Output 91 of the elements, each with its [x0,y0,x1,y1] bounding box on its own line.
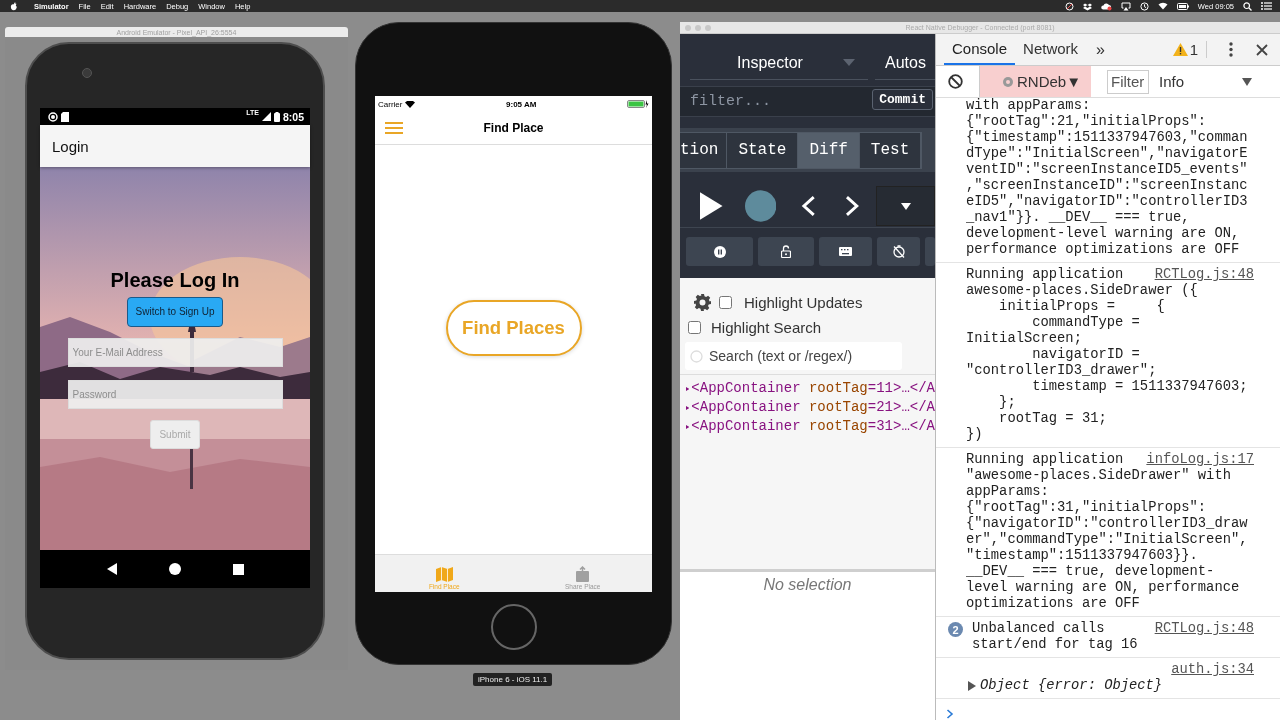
toolbar-button[interactable] [758,237,814,266]
circle-icon[interactable] [1064,1,1074,11]
log-message: Running application [966,267,1124,283]
overview-icon[interactable] [233,563,245,575]
home-icon[interactable] [169,563,182,575]
level-select[interactable]: Info [1159,73,1185,90]
tree-node[interactable]: <AppContainer rootTag=21>…</A [686,398,935,417]
checkbox[interactable] [688,320,701,334]
chevron-left-icon[interactable] [799,195,816,217]
log-message: Running application [966,452,1124,468]
box-icon[interactable] [1082,1,1092,11]
log-message: start/end for tag 16 [972,637,1139,653]
switch-button[interactable]: Switch to Sign Up [126,296,224,327]
map-icon [435,567,453,582]
log-message: Unbalanced calls [972,621,1105,637]
toolbar-button[interactable] [877,237,920,266]
slider-handle[interactable] [744,190,776,222]
carrier-label: Carrier [378,99,403,109]
keyboard-icon [839,247,852,256]
log-message: awesome-places.SideDrawer ({ initialProps = { commandType = InitialScreen; navigatorID = "controllerID3_drawer"; timestamp = 1511337947603; }; rootTag = 31; }) [966,283,1249,443]
caret-icon [842,59,855,66]
sd-card-icon [61,111,69,122]
checkbox[interactable] [719,295,732,309]
share-icon [576,566,590,582]
record-icon [48,111,58,122]
lock-icon [781,245,791,258]
wifi-icon[interactable] [1157,2,1168,10]
clock-icon[interactable] [1139,1,1149,11]
count-badge: 2 [948,622,963,637]
battery-icon [274,111,280,122]
timer-off-icon [892,245,905,258]
list-icon[interactable] [1261,2,1272,10]
search-icon [690,350,703,363]
tab[interactable]: Diff [798,132,860,168]
log-message: with appParams: {"rootTag":21,"initialProps": {"timestamp":1511337947603,"comman dType":"InitialScreen","navigatorE ventID":"screenInstanceID5_events" ,"screenInstanceID":"screenInstanc eID5","navigatorID":"controllerID3 _nav1"}}. __DEV__ === true, development-level warning are ON, performance optimizations are OFF [966,98,1249,258]
play-icon[interactable] [700,192,723,220]
warning-counter[interactable]: 1 [1172,41,1207,58]
log-message: "awesome-places.SideDrawer" with appParams: {"rootTag":31,"initialProps": {"navigatorID":"controllerID3_draw er","commandType":"InitialScreen", "timestamp":1511337947603}}. __DEV__ === true, development- level warning are ON, performance optimizations are OFF [966,468,1249,612]
toolbar-button[interactable] [686,237,753,266]
display-icon[interactable] [1120,1,1131,11]
settings-icon[interactable] [694,293,711,311]
option-label: Highlight Search [711,318,822,336]
device-label: iPhone 6 - iOS 11.1 [473,673,553,686]
source-link[interactable]: RCTLog.js:48 [1154,621,1254,637]
tree-node[interactable]: <AppContainer rootTag=11>…</A [686,379,935,398]
more-tabs-button[interactable]: » [1096,40,1105,59]
pause-icon [713,245,726,258]
more-icon[interactable] [1229,42,1233,57]
tab[interactable]: Network [1015,34,1087,65]
commit-button[interactable]: Commit [872,89,933,110]
camera-icon [82,68,92,78]
empty-state-text: No selection [763,576,852,595]
back-icon[interactable] [105,563,118,575]
cloud-icon[interactable] [1100,1,1112,11]
source-link[interactable]: RCTLog.js:48 [1154,267,1254,283]
expand-icon[interactable] [968,681,976,691]
search-icon[interactable] [1243,1,1252,11]
form-heading: Please Log In [110,268,240,291]
tab[interactable]: Test [859,132,922,168]
app-bar-title: Login [52,137,89,155]
apple-icon[interactable] [10,1,18,11]
chevron-right-icon[interactable] [844,195,861,217]
home-button[interactable] [490,604,537,650]
email-field[interactable]: Your E-Mail Address [67,337,283,367]
caret-icon[interactable] [1242,77,1252,86]
battery-icon [627,100,649,108]
tab[interactable]: State [727,132,799,168]
object-preview: Object {error: Object} [980,678,1163,694]
caret-icon [900,202,911,210]
signal-icon [262,112,271,121]
nav-title: Find Place [483,121,544,135]
status-time: 8:05 [283,110,304,123]
wifi-icon [405,100,416,108]
search-field[interactable]: Search (text or /regex/) [685,342,902,370]
password-field[interactable]: Password [67,379,283,409]
battery-icon[interactable] [1176,2,1189,10]
status-time: 9:05 AM [506,99,537,109]
clear-icon[interactable] [948,74,963,89]
monitor-select[interactable]: Inspector [690,46,868,80]
source-link[interactable]: auth.js:34 [1171,662,1254,678]
prompt-icon[interactable] [946,709,954,719]
gear-icon [1002,75,1014,88]
context-select[interactable]: RNDeb▼ [979,66,1092,97]
warning-icon [1172,43,1188,56]
monitor-tab[interactable]: Autos [875,46,935,80]
tab[interactable]: tion [680,132,728,168]
option-label: Highlight Updates [744,293,863,311]
tree-node[interactable]: <AppContainer rootTag=31>…</A [686,417,935,436]
source-link[interactable]: infoLog.js:17 [1146,452,1254,468]
toolbar-button[interactable] [819,237,872,266]
close-icon[interactable] [1256,43,1268,56]
